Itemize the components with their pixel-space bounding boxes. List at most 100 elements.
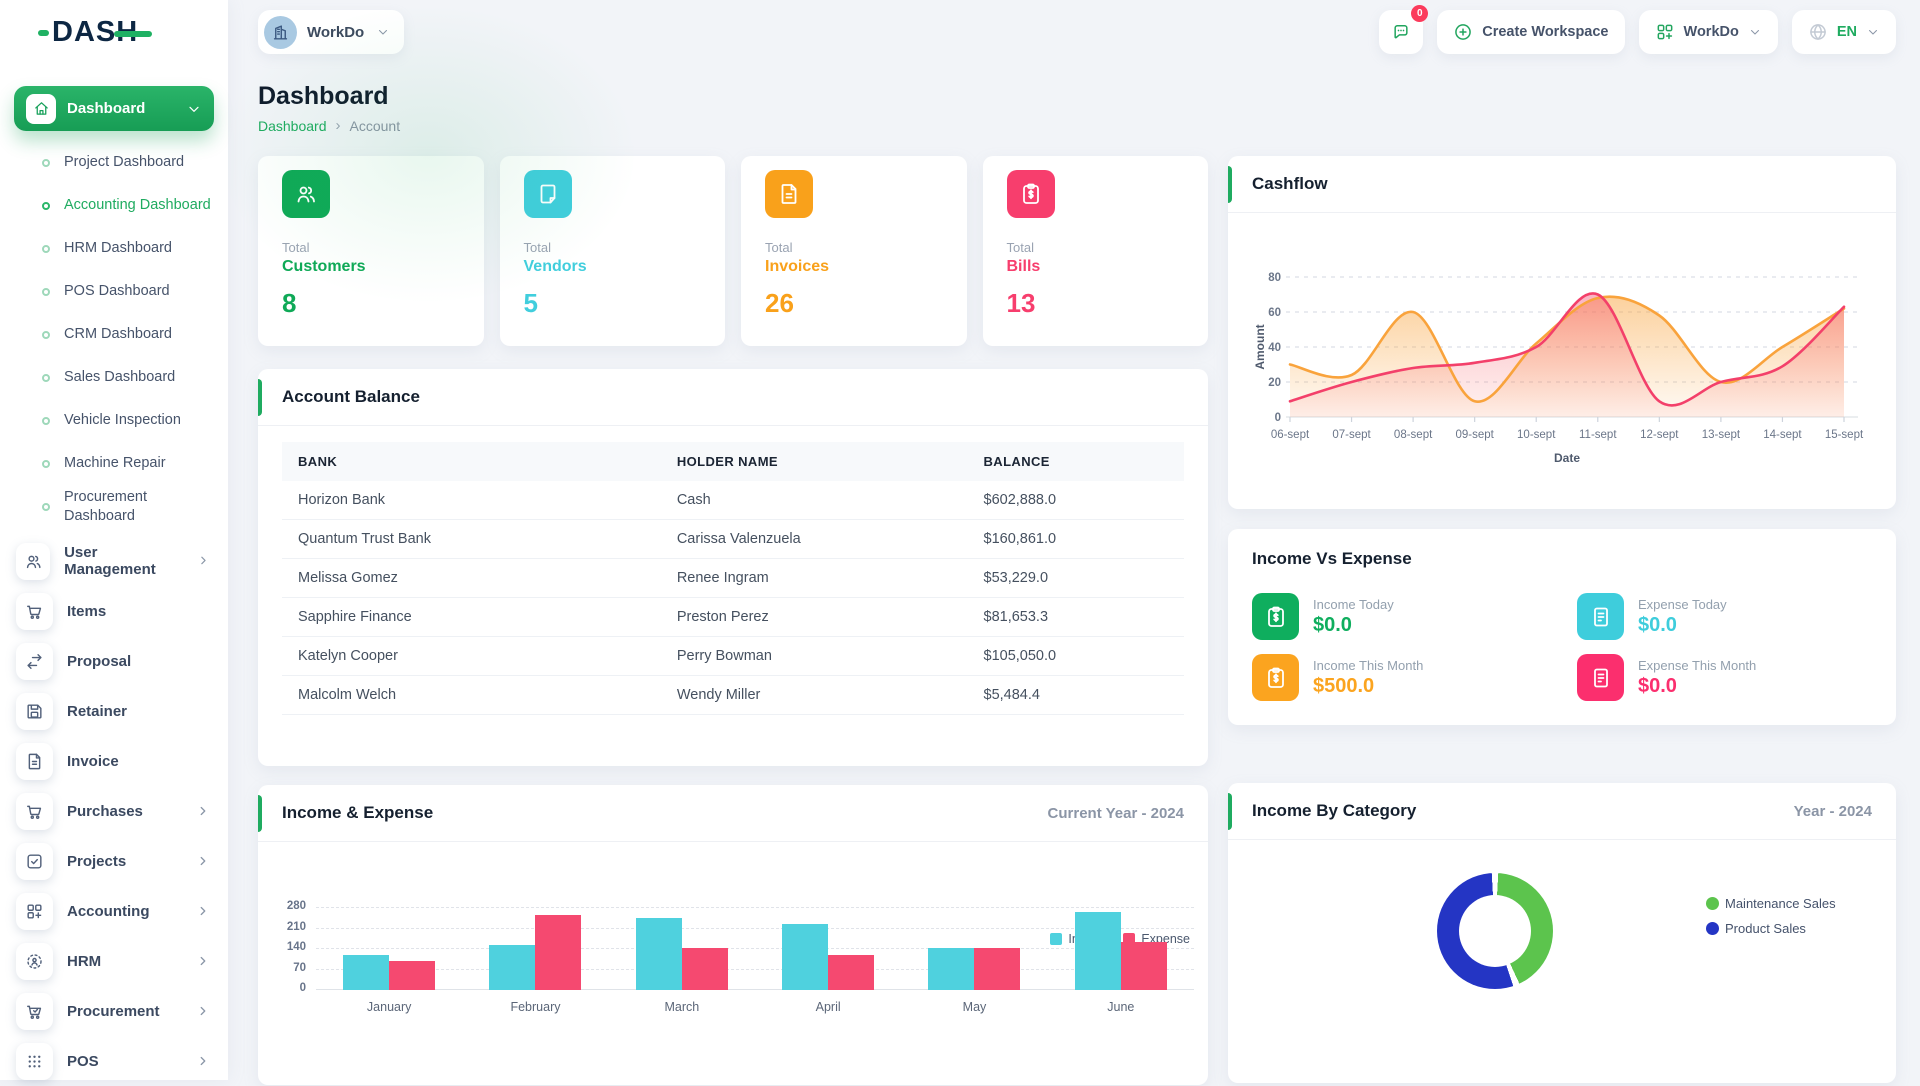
svg-text:11-sept: 11-sept — [1579, 429, 1617, 441]
sidebar-item-label: CRM Dashboard — [64, 325, 172, 343]
workspace-chip[interactable]: WorkDo — [258, 10, 404, 54]
sidebar-item-project-dashboard[interactable]: Project Dashboard — [0, 141, 228, 184]
svg-text:Date: Date — [1554, 451, 1580, 465]
sidebar-item-invoice[interactable]: Invoice — [0, 736, 228, 786]
sidebar-item-user-management[interactable]: User Management — [0, 536, 228, 586]
bar-income-january[interactable] — [343, 955, 389, 990]
chat-icon — [1391, 22, 1411, 42]
card-accent-bar — [1228, 793, 1232, 830]
clipboard-dollar-icon — [1252, 654, 1299, 701]
grid-plus-icon — [1655, 22, 1675, 42]
stat-card-caption: Total — [1007, 240, 1185, 255]
svg-text:12-sept: 12-sept — [1640, 429, 1679, 441]
sidebar-item-purchases[interactable]: Purchases — [0, 786, 228, 836]
x-tick-label: February — [462, 1000, 608, 1014]
sidebar-item-label: Machine Repair — [64, 454, 166, 472]
svg-text:13-sept: 13-sept — [1702, 429, 1741, 441]
income-expense-card: Income & Expense Current Year - 2024 Inc… — [258, 785, 1208, 1085]
bar-expense-march[interactable] — [682, 948, 728, 990]
stat-card-invoices[interactable]: TotalInvoices26 — [741, 156, 967, 346]
stat-card-value: 8 — [282, 288, 460, 319]
donut-ring[interactable] — [1437, 873, 1553, 989]
sidebar-item-accounting-dashboard[interactable]: Accounting Dashboard — [0, 184, 228, 227]
income-by-category-title: Income By Category — [1252, 801, 1416, 821]
sidebar-item-machine-repair[interactable]: Machine Repair — [0, 442, 228, 485]
bar-income-february[interactable] — [489, 945, 535, 990]
cart-icon — [16, 593, 53, 630]
stat-card-value: 13 — [1007, 288, 1185, 319]
bar-group-april — [755, 908, 901, 990]
create-workspace-button[interactable]: Create Workspace — [1437, 10, 1624, 54]
ive-label: Expense Today — [1638, 597, 1727, 612]
sidebar-item-hrm-dashboard[interactable]: HRM Dashboard — [0, 227, 228, 270]
messages-button[interactable]: 0 — [1379, 10, 1423, 54]
income-by-category-year: Year - 2024 — [1794, 803, 1872, 820]
bullet-icon — [42, 331, 50, 339]
workspace-avatar — [264, 16, 297, 49]
workspace-menu-button[interactable]: WorkDo — [1639, 10, 1778, 54]
sidebar-item-pos-dashboard[interactable]: POS Dashboard — [0, 270, 228, 313]
svg-text:0: 0 — [1275, 412, 1281, 424]
ive-item-income-today: Income Today$0.0 — [1252, 593, 1547, 640]
sidebar-item-sales-dashboard[interactable]: Sales Dashboard — [0, 356, 228, 399]
sidebar-dashboard-submenu: Project DashboardAccounting DashboardHRM… — [0, 141, 228, 528]
stat-card-customers[interactable]: TotalCustomers8 — [258, 156, 484, 346]
sidebar-item-items[interactable]: Items — [0, 586, 228, 636]
chevron-right-icon — [196, 804, 210, 818]
sidebar-item-pos[interactable]: POS — [0, 1036, 228, 1086]
stat-card-value: 5 — [524, 288, 702, 319]
sidebar-item-crm-dashboard[interactable]: CRM Dashboard — [0, 313, 228, 356]
swap-icon — [16, 643, 53, 680]
bar-expense-january[interactable] — [389, 961, 435, 990]
language-label: EN — [1837, 24, 1857, 40]
breadcrumb-link-dashboard[interactable]: Dashboard — [258, 118, 327, 134]
stat-card-bills[interactable]: TotalBills13 — [983, 156, 1209, 346]
bar-income-may[interactable] — [928, 948, 974, 990]
table-cell: $81,653.3 — [968, 598, 1185, 637]
sidebar-item-accounting[interactable]: Accounting — [0, 886, 228, 936]
sidebar-item-projects[interactable]: Projects — [0, 836, 228, 886]
language-button[interactable]: EN — [1792, 10, 1896, 54]
chevron-down-icon — [1866, 25, 1880, 39]
sidebar-item-hrm[interactable]: HRM — [0, 936, 228, 986]
stat-card-vendors[interactable]: TotalVendors5 — [500, 156, 726, 346]
table-cell: Carissa Valenzuela — [661, 520, 968, 559]
table-row[interactable]: Horizon BankCash$602,888.0 — [282, 481, 1184, 520]
sidebar-item-procurement-dashboard[interactable]: Procurement Dashboard — [0, 485, 228, 528]
sidebar-item-retainer[interactable]: Retainer — [0, 686, 228, 736]
sidebar-item-proposal[interactable]: Proposal — [0, 636, 228, 686]
sidebar-item-procurement[interactable]: Procurement — [0, 986, 228, 1036]
svg-text:08-sept: 08-sept — [1394, 429, 1433, 441]
brand-logo[interactable]: DASH — [52, 16, 138, 49]
bar-expense-may[interactable] — [974, 948, 1020, 990]
sidebar-item-vehicle-inspection[interactable]: Vehicle Inspection — [0, 399, 228, 442]
table-row[interactable]: Katelyn CooperPerry Bowman$105,050.0 — [282, 637, 1184, 676]
table-row[interactable]: Quantum Trust BankCarissa Valenzuela$160… — [282, 520, 1184, 559]
bar-expense-june[interactable] — [1121, 942, 1167, 990]
bar-expense-february[interactable] — [535, 915, 581, 990]
grid-dots-icon — [16, 1043, 53, 1080]
bar-income-june[interactable] — [1075, 912, 1121, 990]
table-row[interactable]: Sapphire FinancePreston Perez$81,653.3 — [282, 598, 1184, 637]
bar-groups — [316, 908, 1194, 990]
bar-income-march[interactable] — [636, 918, 682, 990]
bullet-icon — [42, 460, 50, 468]
card-accent-bar — [1228, 166, 1232, 203]
table-column-header: BALANCE — [968, 442, 1185, 481]
table-row[interactable]: Melissa GomezRenee Ingram$53,229.0 — [282, 559, 1184, 598]
ive-value: $0.0 — [1638, 675, 1756, 698]
bar-income-april[interactable] — [782, 924, 828, 990]
sidebar-item-label: Projects — [67, 853, 126, 870]
stat-card-label: Invoices — [765, 258, 943, 276]
bar-expense-april[interactable] — [828, 955, 874, 990]
table-row[interactable]: Malcolm WelchWendy Miller$5,484.4 — [282, 676, 1184, 715]
stat-card-caption: Total — [524, 240, 702, 255]
ive-label: Expense This Month — [1638, 658, 1756, 673]
account-balance-table: BANKHOLDER NAMEBALANCE Horizon BankCash$… — [282, 442, 1184, 715]
table-cell: Renee Ingram — [661, 559, 968, 598]
ive-texts: Income Today$0.0 — [1313, 597, 1394, 637]
sidebar-item-label: Retainer — [67, 703, 127, 720]
account-balance-card: Account Balance BANKHOLDER NAMEBALANCE H… — [258, 369, 1208, 766]
sidebar-item-dashboard[interactable]: Dashboard — [14, 86, 214, 131]
sidebar: DASH Dashboard Project DashboardAccounti… — [0, 0, 228, 1080]
